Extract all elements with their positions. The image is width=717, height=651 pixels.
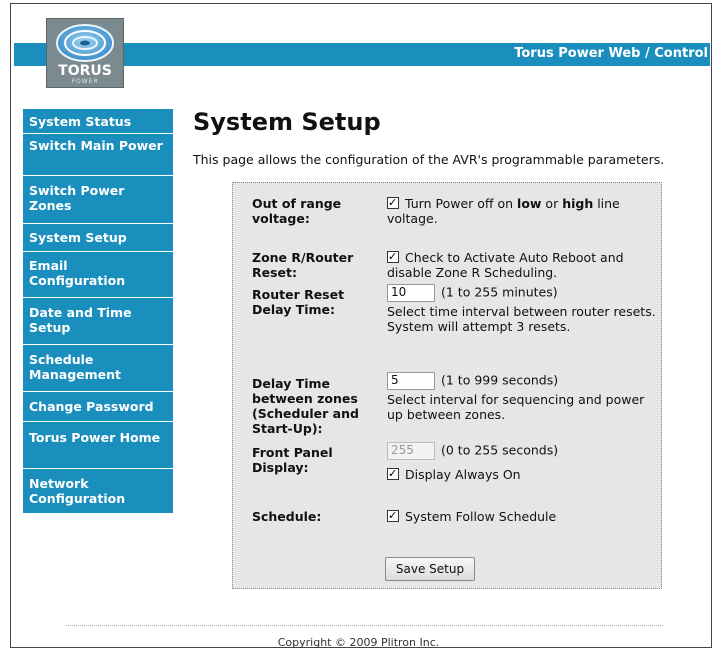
zone-delay-label: Delay Time between zones (Scheduler and … [252,376,359,436]
sidebar-item-network-configuration[interactable]: Network Configuration [23,469,173,514]
sidebar-item-system-setup[interactable]: System Setup [23,224,173,252]
brand-title: Torus Power Web / Control [514,46,708,61]
sidebar-item-email-configuration[interactable]: Email Configuration [23,252,173,298]
footer-divider [66,625,663,626]
router-delay-input[interactable]: 10 [387,284,435,302]
schedule-control: System Follow Schedule [387,508,657,524]
sidebar-item-change-password[interactable]: Change Password [23,392,173,422]
sidebar-item-schedule-management[interactable]: Schedule Management [23,345,173,392]
page-intro: This page allows the configuration of th… [193,152,665,167]
out-of-range-text-2: or [541,196,563,211]
router-delay-control: 10 (1 to 255 minutes) Select time interva… [387,284,657,334]
front-panel-label: Front Panel Display: [252,445,333,475]
sidebar-item-system-status[interactable]: System Status [23,109,173,134]
sidebar-item-date-time-setup[interactable]: Date and Time Setup [23,298,173,345]
zone-r-control: Check to Activate Auto Reboot and disabl… [387,249,657,280]
zone-r-checkbox[interactable] [387,249,399,264]
logo-text: TORUS [58,63,112,79]
follow-schedule-checkbox[interactable] [387,508,399,523]
copyright-text: Copyright © 2009 Plitron Inc. [277,636,440,649]
out-of-range-high: high [562,196,594,211]
out-of-range-checkbox[interactable] [387,195,399,210]
out-of-range-low: low [517,196,542,211]
schedule-label: Schedule: [252,509,322,524]
follow-schedule-label: System Follow Schedule [405,509,557,524]
front-panel-range: (0 to 255 seconds) [441,442,559,458]
out-of-range-label: Out of range voltage: [252,196,342,226]
out-of-range-text-1: Turn Power off on [405,196,518,211]
setup-form-panel: Out of range voltage: Turn Power off on … [232,182,662,589]
router-delay-range: (1 to 255 minutes) [441,284,558,300]
save-setup-button[interactable]: Save Setup [385,557,475,581]
sidebar-item-switch-main-power[interactable]: Switch Main Power [23,134,173,176]
zone-r-text: Check to Activate Auto Reboot and disabl… [387,250,624,280]
display-always-on-checkbox[interactable] [387,466,399,481]
sidebar-item-switch-power-zones[interactable]: Switch Power Zones [23,176,173,224]
router-delay-help: Select time interval between router rese… [387,304,656,334]
zone-delay-help: Select interval for sequencing and power… [387,392,645,422]
zone-r-label: Zone R/Router Reset: [252,250,354,280]
page-title: System Setup [193,108,381,136]
torus-logo-icon: TORUS POWER [46,18,124,88]
display-always-on-label: Display Always On [405,467,521,482]
out-of-range-control: Turn Power off on low or high line volta… [387,195,657,226]
sidebar-item-torus-power-home[interactable]: Torus Power Home [23,422,173,469]
zone-delay-range: (1 to 999 seconds) [441,372,559,388]
router-delay-label: Router Reset Delay Time: [252,287,345,317]
zone-delay-control: 5 (1 to 999 seconds) Select interval for … [387,372,657,422]
front-panel-control: 255 (0 to 255 seconds) Display Always On [387,442,657,482]
logo-subtext: POWER [71,78,99,85]
front-panel-input: 255 [387,442,435,460]
sidebar-nav: System Status Switch Main Power Switch P… [23,109,173,514]
zone-delay-input[interactable]: 5 [387,372,435,390]
